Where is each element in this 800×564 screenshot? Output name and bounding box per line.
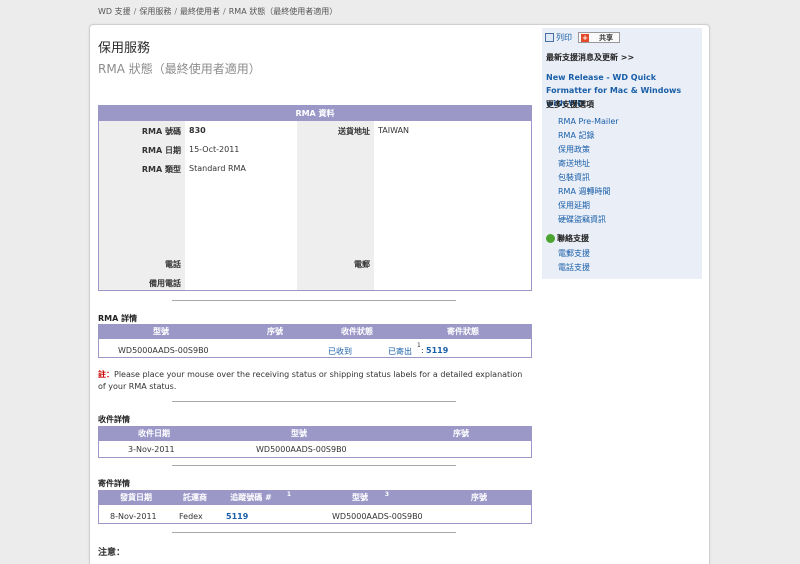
col-header-serial: 序號 bbox=[453, 429, 469, 438]
rma-row-model: WD5000AADS-00S9B0 bbox=[118, 346, 209, 355]
col-header-ship-date: 發貨日期 bbox=[120, 493, 152, 502]
sidebar-link-shipping-address[interactable]: 寄送地址 bbox=[558, 159, 590, 168]
contact-links-list: 電郵支援 電話支援 bbox=[558, 247, 590, 275]
section-divider bbox=[172, 465, 456, 466]
contact-icon bbox=[546, 234, 555, 243]
rma-date-label: RMA 日期 bbox=[141, 146, 181, 155]
contact-support-title: 聯絡支援 bbox=[557, 234, 589, 243]
col-header-model: 型號 bbox=[352, 493, 368, 502]
page-title: 保用服務 bbox=[98, 41, 151, 56]
rma-type-value: Standard RMA bbox=[189, 164, 246, 173]
ship-status-link[interactable]: 已寄出 bbox=[388, 346, 412, 357]
sidebar-link-rma-records[interactable]: RMA 記錄 bbox=[558, 131, 594, 140]
more-support-heading: 更多支援選項 bbox=[546, 100, 594, 109]
col-header-ship-status: 寄件狀態 bbox=[447, 327, 479, 336]
rma-details-title: RMA 詳情 bbox=[98, 314, 138, 323]
rma-details-table: 型號 序號 收件狀態 寄件狀態 WD5000AADS-00S9B0 已收到 已寄… bbox=[98, 324, 532, 358]
rma-type-label: RMA 類型 bbox=[141, 165, 181, 174]
receipt-details-title: 收件詳情 bbox=[98, 415, 130, 424]
ship-row-tracking-link[interactable]: 5119 bbox=[226, 512, 248, 521]
breadcrumb-warranty[interactable]: 保用服務 bbox=[139, 7, 171, 16]
breadcrumb: WD 支援 / 保用服務 / 最終使用者 / RMA 狀態（最終使用者適用） bbox=[98, 7, 338, 16]
rma-info-header: RMA 資料 bbox=[99, 106, 531, 121]
contact-support: 聯絡支援 bbox=[546, 233, 589, 244]
receipt-row-date: 3-Nov-2011 bbox=[128, 445, 175, 454]
breadcrumb-wd-support[interactable]: WD 支援 bbox=[98, 7, 131, 16]
support-links-list: RMA Pre-Mailer RMA 記錄 保用政策 寄送地址 包裝資訊 RMA… bbox=[558, 115, 619, 227]
page-subtitle: RMA 狀態（最終使用者適用） bbox=[98, 62, 261, 76]
ship-tracking-link[interactable]: 5119 bbox=[426, 346, 448, 355]
rma-info-label-col-1: RMA 號碼 RMA 日期 RMA 類型 電話 備用電話 bbox=[99, 121, 185, 290]
note-mark: 註： bbox=[98, 370, 114, 379]
sidebar-link-turnaround-time[interactable]: RMA 週轉時間 bbox=[558, 187, 610, 196]
col-header-serial: 序號 bbox=[471, 493, 487, 502]
shipment-details-title: 寄件詳情 bbox=[98, 479, 130, 488]
support-sidebar: 列印 + 共享 最新支援消息及更新 >> New Release - WD Qu… bbox=[542, 28, 702, 279]
print-button[interactable]: 列印 bbox=[545, 32, 572, 43]
rma-info-label-col-2: 送貨地址 電郵 bbox=[297, 121, 374, 290]
rma-info-table: RMA 資料 RMA 號碼 RMA 日期 RMA 類型 電話 備用電話 830 … bbox=[98, 105, 532, 291]
section-divider bbox=[172, 532, 456, 533]
col-header-tracking: 追蹤號碼 # bbox=[230, 493, 272, 502]
col-header-receive-status: 收件狀態 bbox=[341, 327, 373, 336]
col-header-carrier: 託運商 bbox=[183, 493, 207, 502]
receive-status-link[interactable]: 已收到 bbox=[328, 346, 352, 357]
phone-label: 電話 bbox=[165, 260, 181, 269]
ship-address-value: TAIWAN bbox=[378, 126, 410, 135]
phone-support-link[interactable]: 電話支援 bbox=[558, 263, 590, 272]
share-label: 共享 bbox=[599, 33, 613, 42]
rma-number-label: RMA 號碼 bbox=[141, 127, 181, 136]
latest-news-heading[interactable]: 最新支援消息及更新 >> bbox=[546, 52, 634, 63]
section-divider bbox=[172, 401, 456, 402]
breadcrumb-end-user[interactable]: 最終使用者 bbox=[180, 7, 220, 16]
rma-info-value-col-2: TAIWAN bbox=[374, 121, 531, 290]
ship-row-date: 8-Nov-2011 bbox=[110, 512, 157, 521]
sidebar-link-packaging-info[interactable]: 包裝資訊 bbox=[558, 173, 590, 182]
rma-status-note: 註：Please place your mouse over the recei… bbox=[98, 369, 530, 393]
printer-icon bbox=[545, 33, 554, 42]
ship-address-label: 送貨地址 bbox=[338, 127, 370, 136]
sidebar-link-rma-pre-mailer[interactable]: RMA Pre-Mailer bbox=[558, 117, 619, 126]
col-header-model: 型號 bbox=[291, 429, 307, 438]
rma-info-value-col-1: 830 15-Oct-2011 Standard RMA bbox=[185, 121, 297, 290]
receipt-row-model: WD5000AADS-00S9B0 bbox=[256, 445, 347, 454]
sidebar-link-warranty-extension[interactable]: 保用延期 bbox=[558, 201, 590, 210]
receipt-details-table: 收件日期 型號 序號 3-Nov-2011 WD5000AADS-00S9B0 bbox=[98, 426, 532, 458]
ship-row-carrier: Fedex bbox=[179, 512, 203, 521]
shipment-details-table: 發貨日期 託運商 追蹤號碼 # 1 型號 3 序號 8-Nov-2011 Fed… bbox=[98, 490, 532, 524]
email-label: 電郵 bbox=[354, 260, 370, 269]
breadcrumb-current: RMA 狀態（最終使用者適用） bbox=[228, 7, 338, 16]
ship-status-colon: : bbox=[421, 346, 424, 355]
sidebar-actions: 列印 + 共享 bbox=[545, 32, 620, 43]
share-icon: + bbox=[581, 33, 589, 42]
model-footnote: 3 bbox=[384, 491, 390, 498]
print-label: 列印 bbox=[556, 33, 572, 42]
email-support-link[interactable]: 電郵支援 bbox=[558, 249, 590, 258]
rma-date-value: 15-Oct-2011 bbox=[189, 145, 240, 154]
rma-number-value: 830 bbox=[189, 126, 206, 135]
tracking-footnote: 1 bbox=[286, 491, 292, 498]
sidebar-link-theft-info[interactable]: 硬碟盜竊資訊 bbox=[558, 215, 606, 224]
section-divider bbox=[172, 300, 456, 301]
share-button[interactable]: + 共享 bbox=[578, 32, 620, 43]
sidebar-link-warranty-policy[interactable]: 保用政策 bbox=[558, 145, 590, 154]
col-header-model: 型號 bbox=[153, 327, 169, 336]
ship-row-model: WD5000AADS-00S9B0 bbox=[332, 512, 423, 521]
footer-note-heading: 注意： bbox=[98, 548, 126, 558]
note-text: Please place your mouse over the receivi… bbox=[98, 370, 523, 391]
alt-phone-label: 備用電話 bbox=[149, 279, 181, 288]
col-header-receive-date: 收件日期 bbox=[138, 429, 170, 438]
